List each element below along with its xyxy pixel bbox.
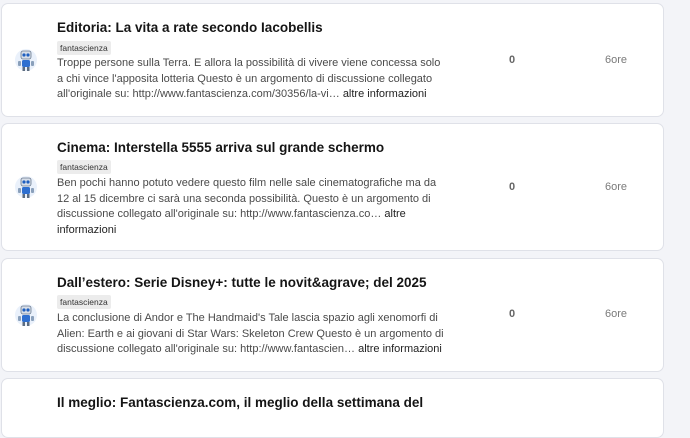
topic-card[interactable]: Dall’estero: Serie Disney+: tutte le nov…	[1, 258, 664, 372]
topic-card[interactable]: Editoria: La vita a rate secondo Iacobel…	[1, 3, 664, 117]
topic-title-link[interactable]: Editoria: La vita a rate secondo Iacobel…	[57, 19, 437, 37]
activity-time[interactable]: 6ore	[596, 308, 636, 320]
topic-card[interactable]: Il meglio: Fantascienza.com, il meglio d…	[1, 378, 664, 438]
reply-count: 0	[508, 181, 516, 193]
reply-count: 0	[508, 54, 516, 66]
topic-excerpt: La conclusione di Andor e The Handmaid's…	[57, 311, 445, 358]
activity-time[interactable]: 6ore	[596, 54, 636, 66]
read-more-link[interactable]: altre informazioni	[343, 88, 427, 100]
topic-card[interactable]: Cinema: Interstella 5555 arriva sul gran…	[1, 123, 664, 251]
topic-excerpt: Troppe persone sulla Terra. E allora la …	[57, 56, 445, 103]
topic-title-link[interactable]: Il meglio: Fantascienza.com, il meglio d…	[57, 394, 437, 412]
topic-excerpt: Ben pochi hanno potuto vedere questo fil…	[57, 176, 445, 238]
category-badge[interactable]: fantascienza	[57, 295, 111, 309]
category-badge[interactable]: fantascienza	[57, 160, 111, 174]
reply-count: 0	[508, 308, 516, 320]
excerpt-text: Ben pochi hanno potuto vedere questo fil…	[57, 177, 437, 220]
topic-title-link[interactable]: Cinema: Interstella 5555 arriva sul gran…	[57, 139, 437, 157]
category-badge[interactable]: fantascienza	[57, 41, 111, 55]
robot-avatar-icon[interactable]	[14, 173, 38, 201]
topic-title-link[interactable]: Dall’estero: Serie Disney+: tutte le nov…	[57, 274, 437, 292]
robot-avatar-icon[interactable]	[14, 46, 38, 74]
robot-avatar-icon[interactable]	[14, 301, 38, 329]
read-more-link[interactable]: altre informazioni	[358, 343, 442, 355]
activity-time[interactable]: 6ore	[596, 181, 636, 193]
